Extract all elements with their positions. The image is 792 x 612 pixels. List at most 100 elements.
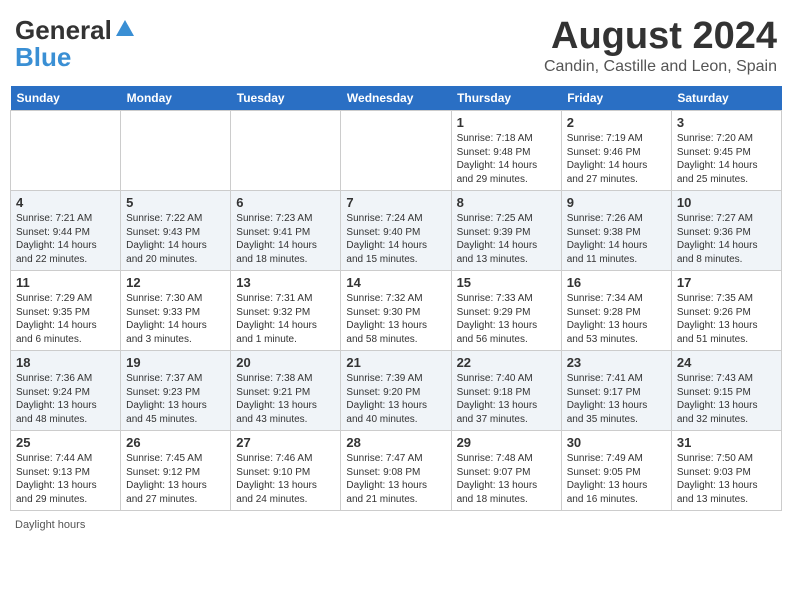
day-info: Sunrise: 7:47 AMSunset: 9:08 PMDaylight:… (346, 452, 445, 506)
day-number: 12 (126, 275, 225, 290)
location-title: Candin, Castille and Leon, Spain (544, 58, 777, 76)
day-number: 29 (457, 435, 556, 450)
day-number: 16 (567, 275, 666, 290)
logo-blue: Blue (15, 42, 71, 73)
day-number: 26 (126, 435, 225, 450)
day-number: 20 (236, 355, 335, 370)
day-number: 25 (16, 435, 115, 450)
day-info: Sunrise: 7:30 AMSunset: 9:33 PMDaylight:… (126, 292, 225, 346)
table-cell: 12 Sunrise: 7:30 AMSunset: 9:33 PMDayligh… (121, 271, 231, 351)
footer: Daylight hours (10, 519, 782, 531)
day-info: Sunrise: 7:44 AMSunset: 9:13 PMDaylight:… (16, 452, 115, 506)
week-row-5: 25 Sunrise: 7:44 AMSunset: 9:13 PMDayligh… (11, 431, 782, 511)
month-title: August 2024 (544, 15, 777, 58)
col-saturday: Saturday (671, 86, 781, 111)
day-info: Sunrise: 7:38 AMSunset: 9:21 PMDaylight:… (236, 372, 335, 426)
day-number: 14 (346, 275, 445, 290)
table-cell: 31 Sunrise: 7:50 AMSunset: 9:03 PMDayligh… (671, 431, 781, 511)
day-number: 30 (567, 435, 666, 450)
table-cell: 9 Sunrise: 7:26 AMSunset: 9:38 PMDaylight… (561, 191, 671, 271)
table-cell: 28 Sunrise: 7:47 AMSunset: 9:08 PMDayligh… (341, 431, 451, 511)
day-number: 1 (457, 115, 556, 130)
day-info: Sunrise: 7:19 AMSunset: 9:46 PMDaylight:… (567, 132, 666, 186)
table-cell: 24 Sunrise: 7:43 AMSunset: 9:15 PMDayligh… (671, 351, 781, 431)
day-info: Sunrise: 7:26 AMSunset: 9:38 PMDaylight:… (567, 212, 666, 266)
day-info: Sunrise: 7:41 AMSunset: 9:17 PMDaylight:… (567, 372, 666, 426)
table-cell: 23 Sunrise: 7:41 AMSunset: 9:17 PMDayligh… (561, 351, 671, 431)
day-info: Sunrise: 7:35 AMSunset: 9:26 PMDaylight:… (677, 292, 776, 346)
day-info: Sunrise: 7:40 AMSunset: 9:18 PMDaylight:… (457, 372, 556, 426)
table-cell: 19 Sunrise: 7:37 AMSunset: 9:23 PMDayligh… (121, 351, 231, 431)
day-info: Sunrise: 7:34 AMSunset: 9:28 PMDaylight:… (567, 292, 666, 346)
day-number: 3 (677, 115, 776, 130)
table-cell: 8 Sunrise: 7:25 AMSunset: 9:39 PMDaylight… (451, 191, 561, 271)
day-number: 19 (126, 355, 225, 370)
table-cell: 5Sunrise: 7:22 AMSunset: 9:43 PMDaylight… (121, 191, 231, 271)
day-number: 22 (457, 355, 556, 370)
col-thursday: Thursday (451, 86, 561, 111)
table-cell: 6Sunrise: 7:23 AMSunset: 9:41 PMDaylight… (231, 191, 341, 271)
table-cell: 29Sunrise: 7:48 AMSunset: 9:07 PMDayligh… (451, 431, 561, 511)
day-info: Sunrise: 7:20 AMSunset: 9:45 PMDaylight:… (677, 132, 776, 186)
table-cell: 22 Sunrise: 7:40 AMSunset: 9:18 PMDayligh… (451, 351, 561, 431)
week-row-1: 1 Sunrise: 7:18 AMSunset: 9:48 PMDaylight… (11, 111, 782, 191)
col-monday: Monday (121, 86, 231, 111)
day-info: Sunrise: 7:39 AMSunset: 9:20 PMDaylight:… (346, 372, 445, 426)
day-info: Sunrise: 7:36 AMSunset: 9:24 PMDaylight:… (16, 372, 115, 426)
day-number: 17 (677, 275, 776, 290)
day-number: 9 (567, 195, 666, 210)
table-cell: 4Sunrise: 7:21 AMSunset: 9:44 PMDaylight… (11, 191, 121, 271)
day-number: 7 (346, 195, 445, 210)
table-cell: 13Sunrise: 7:31 AMSunset: 9:32 PMDayligh… (231, 271, 341, 351)
table-cell: 7 Sunrise: 7:24 AMSunset: 9:40 PMDaylight… (341, 191, 451, 271)
day-number: 8 (457, 195, 556, 210)
day-info: Sunrise: 7:32 AMSunset: 9:30 PMDaylight:… (346, 292, 445, 346)
table-cell: 15 Sunrise: 7:33 AMSunset: 9:29 PMDayligh… (451, 271, 561, 351)
table-cell (11, 111, 121, 191)
logo: General Blue (15, 15, 136, 73)
week-row-4: 18 Sunrise: 7:36 AMSunset: 9:24 PMDayligh… (11, 351, 782, 431)
header: General Blue August 2024 Candin, Castill… (10, 10, 782, 76)
day-info: Sunrise: 7:49 AMSunset: 9:05 PMDaylight:… (567, 452, 666, 506)
table-cell: 21 Sunrise: 7:39 AMSunset: 9:20 PMDayligh… (341, 351, 451, 431)
day-info: Sunrise: 7:22 AMSunset: 9:43 PMDaylight:… (126, 212, 225, 266)
table-cell: 10Sunrise: 7:27 AMSunset: 9:36 PMDayligh… (671, 191, 781, 271)
day-info: Sunrise: 7:27 AMSunset: 9:36 PMDaylight:… (677, 212, 776, 266)
col-tuesday: Tuesday (231, 86, 341, 111)
day-number: 24 (677, 355, 776, 370)
calendar-table: Sunday Monday Tuesday Wednesday Thursday… (10, 86, 782, 511)
table-cell: 14 Sunrise: 7:32 AMSunset: 9:30 PMDayligh… (341, 271, 451, 351)
day-info: Sunrise: 7:24 AMSunset: 9:40 PMDaylight:… (346, 212, 445, 266)
col-friday: Friday (561, 86, 671, 111)
day-number: 23 (567, 355, 666, 370)
day-number: 6 (236, 195, 335, 210)
day-number: 28 (346, 435, 445, 450)
day-number: 18 (16, 355, 115, 370)
table-cell: 3 Sunrise: 7:20 AMSunset: 9:45 PMDaylight… (671, 111, 781, 191)
table-cell: 30 Sunrise: 7:49 AMSunset: 9:05 PMDayligh… (561, 431, 671, 511)
day-info: Sunrise: 7:43 AMSunset: 9:15 PMDaylight:… (677, 372, 776, 426)
table-cell (121, 111, 231, 191)
table-cell: 1 Sunrise: 7:18 AMSunset: 9:48 PMDaylight… (451, 111, 561, 191)
day-number: 31 (677, 435, 776, 450)
day-info: Sunrise: 7:18 AMSunset: 9:48 PMDaylight:… (457, 132, 556, 186)
day-number: 2 (567, 115, 666, 130)
day-info: Sunrise: 7:25 AMSunset: 9:39 PMDaylight:… (457, 212, 556, 266)
table-cell (231, 111, 341, 191)
table-cell: 25 Sunrise: 7:44 AMSunset: 9:13 PMDayligh… (11, 431, 121, 511)
table-cell: 26 Sunrise: 7:45 AMSunset: 9:12 PMDayligh… (121, 431, 231, 511)
col-wednesday: Wednesday (341, 86, 451, 111)
day-info: Sunrise: 7:46 AMSunset: 9:10 PMDaylight:… (236, 452, 335, 506)
table-cell: 11Sunrise: 7:29 AMSunset: 9:35 PMDayligh… (11, 271, 121, 351)
table-cell: 27Sunrise: 7:46 AMSunset: 9:10 PMDayligh… (231, 431, 341, 511)
table-cell: 16 Sunrise: 7:34 AMSunset: 9:28 PMDayligh… (561, 271, 671, 351)
day-info: Sunrise: 7:45 AMSunset: 9:12 PMDaylight:… (126, 452, 225, 506)
table-cell (341, 111, 451, 191)
day-info: Sunrise: 7:37 AMSunset: 9:23 PMDaylight:… (126, 372, 225, 426)
day-number: 15 (457, 275, 556, 290)
day-number: 11 (16, 275, 115, 290)
day-number: 21 (346, 355, 445, 370)
day-info: Sunrise: 7:50 AMSunset: 9:03 PMDaylight:… (677, 452, 776, 506)
table-cell: 2 Sunrise: 7:19 AMSunset: 9:46 PMDaylight… (561, 111, 671, 191)
day-info: Sunrise: 7:33 AMSunset: 9:29 PMDaylight:… (457, 292, 556, 346)
